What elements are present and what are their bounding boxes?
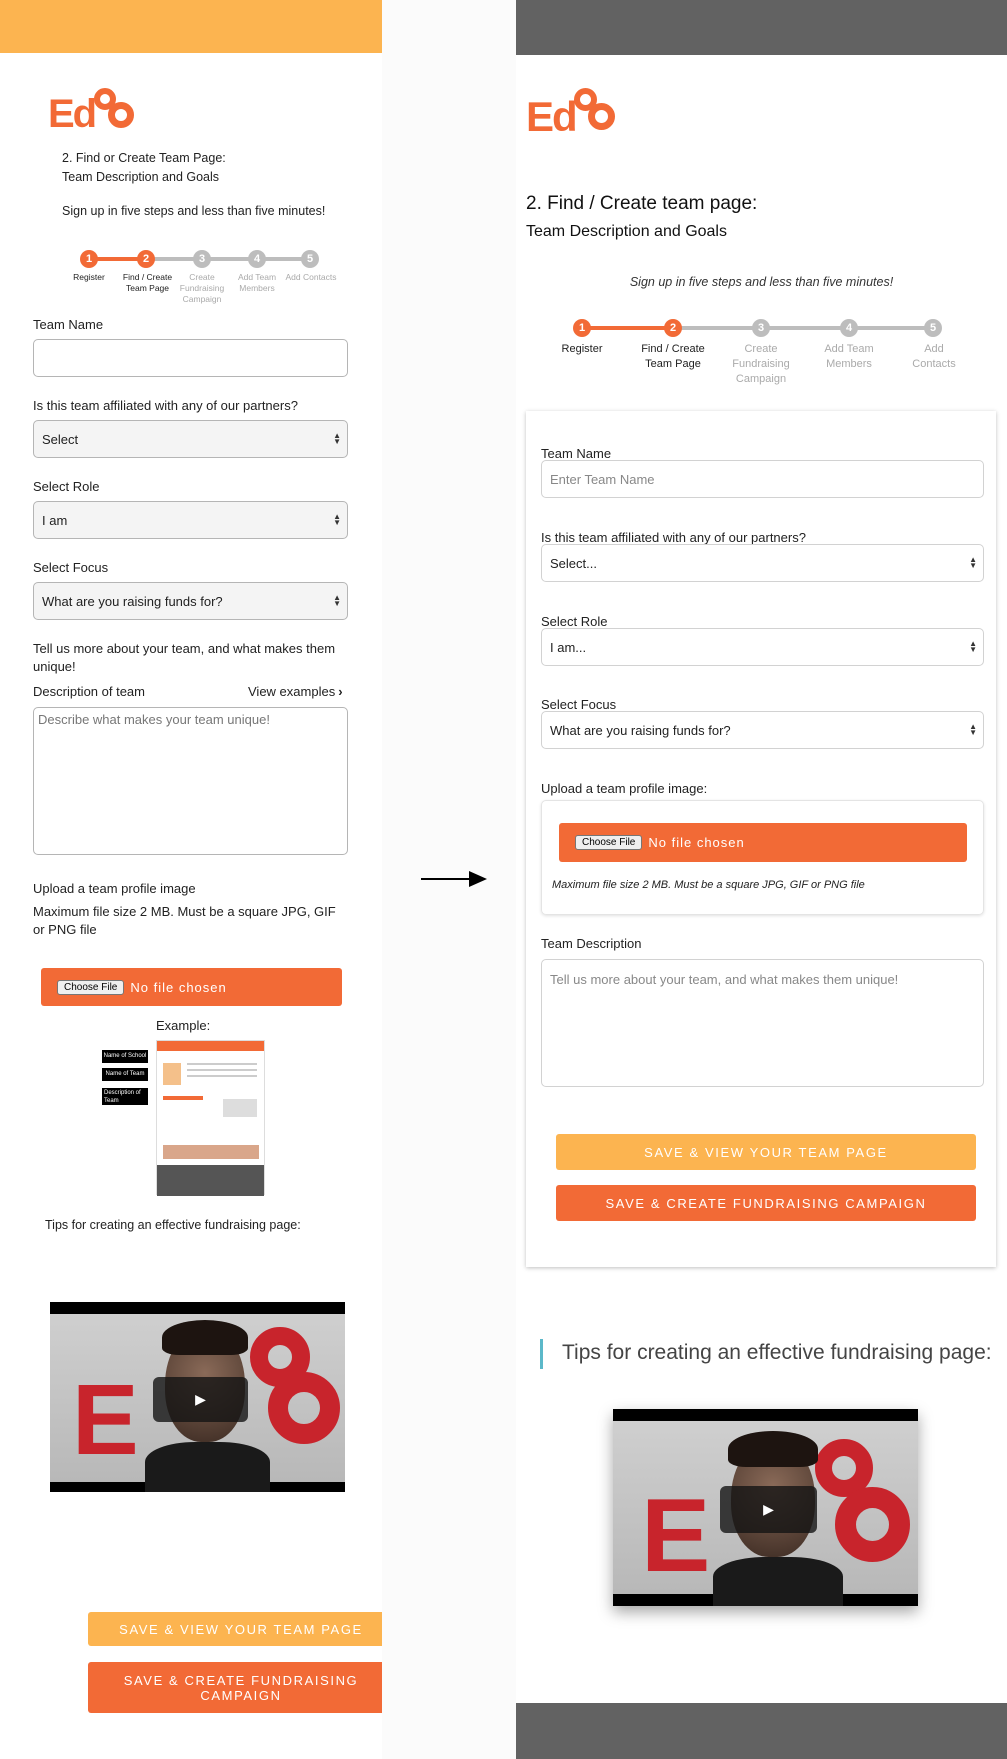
step-3-label: Create Fundraising Campaign (179, 272, 225, 304)
step-2-dot: 2 (137, 250, 155, 268)
edco-logo: Ed (48, 88, 148, 138)
step-title: 2. Find or Create Team Page: (62, 151, 226, 165)
step-2-label: Find / Create Team Page (641, 343, 705, 370)
focus-select[interactable]: What are you raising funds for? ▲ ▼ (33, 582, 348, 620)
partners-label: Is this team affiliated with any of our … (33, 398, 298, 413)
role-select-value: I am (42, 512, 68, 528)
upload-label: Upload a team profile image: (541, 781, 708, 796)
new-design-panel: Ed 2. Find / Create team page: Team Desc… (516, 0, 1007, 1759)
no-file-text: No file chosen (648, 835, 745, 850)
top-bar (0, 0, 382, 53)
partners-select-value: Select (42, 431, 79, 447)
example-tag-school: Name of School (102, 1050, 148, 1063)
choose-file-button[interactable]: Choose File (575, 835, 643, 850)
save-create-campaign-button[interactable]: SAVE & CREATE FUNDRAISING CAMPAIGN (556, 1185, 976, 1221)
step-3-dot: 3 (193, 250, 211, 268)
description-placeholder: Describe what makes your team unique! (38, 712, 270, 727)
save-view-team-page-button[interactable]: SAVE & VIEW YOUR TEAM PAGE (88, 1612, 382, 1646)
select-arrows-icon: ▲ ▼ (333, 593, 341, 608)
step-4-label: Add Team Members (824, 343, 874, 370)
tell-us-text: Tell us more about your team, and what m… (33, 641, 336, 674)
step-1-dot: 1 (573, 319, 591, 337)
upload-label: Upload a team profile image (33, 881, 196, 896)
step-subtitle: Team Description and Goals (526, 223, 727, 240)
select-arrows-icon: ▲ ▼ (333, 512, 341, 527)
role-select[interactable]: I am... ▲ ▼ (541, 628, 984, 666)
step-subtitle: Team Description and Goals (62, 170, 220, 184)
upload-note: Maximum file size 2 MB. Must be a square… (33, 904, 336, 937)
select-arrows-icon: ▲ ▼ (969, 639, 977, 654)
example-page-thumbnail (156, 1040, 265, 1196)
upload-box: Choose File No file chosen Maximum file … (541, 800, 984, 915)
focus-label: Select Focus (33, 560, 109, 575)
bottom-bar (516, 1703, 1007, 1759)
step-3-dot: 3 (752, 319, 770, 337)
play-icon[interactable]: ▶ (720, 1486, 817, 1533)
top-bar (516, 0, 1007, 55)
view-examples-link[interactable]: View examples › (248, 683, 343, 701)
file-upload-input[interactable]: Choose File No file chosen (559, 823, 967, 862)
description-label: Team Description (541, 936, 642, 951)
file-upload-input[interactable]: Choose File No file chosen (41, 968, 342, 1006)
step-4-dot: 4 (248, 250, 266, 268)
form-card: Team Name Enter Team Name Is this team a… (526, 411, 996, 1267)
step-2-label: Find / Create Team Page (122, 272, 173, 293)
role-label: Select Role (33, 479, 100, 494)
tips-text: Tips for creating an effective fundraisi… (45, 1218, 301, 1232)
select-arrows-icon: ▲ ▼ (333, 431, 341, 446)
role-select-value: I am... (550, 639, 587, 655)
tips-heading: Tips for creating an effective fundraisi… (562, 1341, 992, 1364)
step-5-label: Add Contacts (285, 272, 337, 282)
intro-text: Sign up in five steps and less than five… (629, 275, 894, 289)
tips-video[interactable]: E ▶ (50, 1302, 345, 1492)
step-1-dot: 1 (80, 250, 98, 268)
team-name-input[interactable] (33, 339, 348, 377)
arrow-right-icon (421, 870, 488, 888)
example-tag-description: Description of Team (102, 1088, 148, 1105)
step-5-label: Add Contacts (912, 343, 956, 370)
save-create-campaign-button[interactable]: SAVE & CREATE FUNDRAISING CAMPAIGN (88, 1662, 382, 1713)
example-tag-team: Name of Team (102, 1068, 148, 1081)
select-arrows-icon: ▲ ▼ (969, 555, 977, 570)
focus-select-value: What are you raising funds for? (42, 593, 223, 609)
intro-text: Sign up in five steps and less than five… (62, 204, 326, 218)
role-select[interactable]: I am ▲ ▼ (33, 501, 348, 539)
description-placeholder: Tell us more about your team, and what m… (550, 972, 899, 987)
tips-video[interactable]: E ▶ (613, 1409, 918, 1606)
step-5-dot: 5 (301, 250, 319, 268)
edco-logo: Ed (526, 88, 626, 142)
description-textarea[interactable]: Describe what makes your team unique! (33, 707, 348, 855)
view-examples-text: View examples (248, 684, 336, 699)
example-label: Example: (156, 1018, 211, 1033)
choose-file-button[interactable]: Choose File (57, 979, 125, 995)
step-5-dot: 5 (924, 319, 942, 337)
partners-select[interactable]: Select... ▲ ▼ (541, 544, 984, 582)
step-1-label: Register (561, 343, 603, 355)
play-icon[interactable]: ▶ (153, 1377, 248, 1422)
focus-select[interactable]: What are you raising funds for? ▲ ▼ (541, 711, 984, 749)
save-view-team-page-button[interactable]: SAVE & VIEW YOUR TEAM PAGE (556, 1134, 976, 1170)
step-3-label: Create Fundraising Campaign (732, 343, 790, 385)
step-4-label: Add Team Members (237, 272, 277, 293)
old-design-panel: Ed 2. Find or Create Team Page: Team Des… (0, 0, 382, 1759)
step-title: 2. Find / Create team page: (526, 193, 758, 214)
partners-select[interactable]: Select ▲ ▼ (33, 420, 348, 458)
focus-select-value: What are you raising funds for? (550, 722, 731, 738)
description-label: Description of team (33, 684, 145, 699)
tips-accent-bar (540, 1339, 543, 1369)
select-arrows-icon: ▲ ▼ (969, 722, 977, 737)
description-textarea[interactable]: Tell us more about your team, and what m… (541, 959, 984, 1087)
step-2-dot: 2 (664, 319, 682, 337)
step-1-label: Register (73, 272, 105, 282)
no-file-text: No file chosen (130, 979, 227, 995)
team-name-label: Team Name (33, 317, 104, 332)
chevron-right-icon: › (338, 684, 343, 699)
partners-select-value: Select... (550, 555, 597, 571)
team-name-input[interactable]: Enter Team Name (541, 460, 984, 498)
step-4-dot: 4 (840, 319, 858, 337)
upload-note: Maximum file size 2 MB. Must be a square… (552, 879, 865, 891)
team-name-placeholder: Enter Team Name (550, 471, 655, 487)
